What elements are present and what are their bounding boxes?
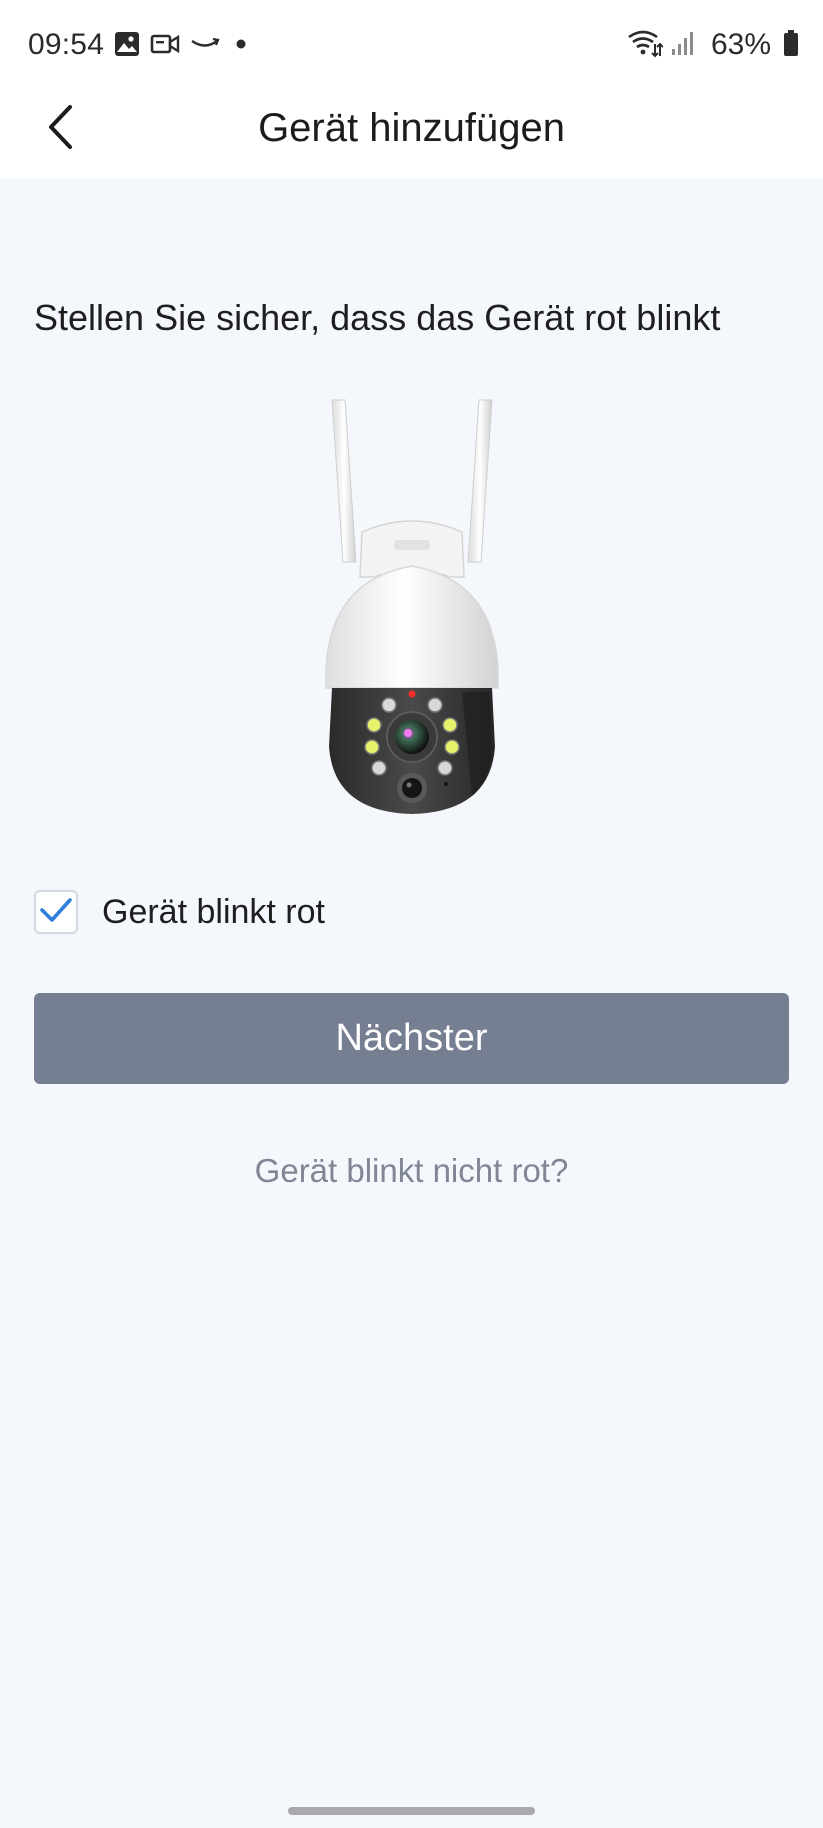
dot-icon [230, 32, 252, 61]
battery-icon [783, 29, 799, 62]
app-header: Gerät hinzufügen [0, 90, 823, 178]
device-blinks-red-checkbox-row[interactable]: Gerät blinkt rot [34, 888, 325, 936]
checkbox-label: Gerät blinkt rot [102, 892, 325, 931]
not-blinking-help-link[interactable]: Gerät blinkt nicht rot? [0, 1152, 823, 1190]
next-button[interactable]: Nächster [34, 993, 789, 1084]
system-icons: 63% [627, 28, 799, 62]
gallery-icon [114, 31, 140, 62]
signal-icon [671, 29, 697, 62]
battery-percentage: 63% [710, 28, 771, 61]
wifi-icon [627, 28, 664, 63]
page-title: Gerät hinzufügen [258, 106, 565, 150]
instruction-text: Stellen Sie sicher, dass das Gerät rot b… [34, 297, 721, 338]
amazon-icon [190, 32, 220, 61]
status-time: 09:54 [28, 28, 105, 61]
security-camera-image [312, 392, 512, 822]
video-call-icon [150, 32, 180, 61]
checkmark-icon [39, 896, 73, 929]
device-blinks-red-checkbox[interactable] [34, 890, 78, 934]
home-indicator[interactable] [288, 1807, 535, 1815]
notification-icons [114, 30, 252, 62]
status-bar: 09:54 63% [0, 0, 823, 90]
